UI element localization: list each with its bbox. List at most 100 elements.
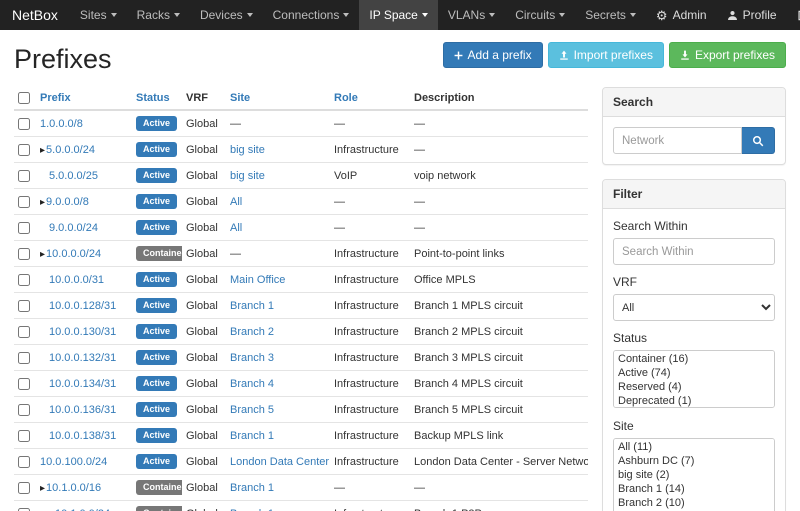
vrf-cell: Global xyxy=(182,241,226,267)
row-checkbox[interactable] xyxy=(18,508,30,511)
filter-option[interactable]: Branch 1 (14) xyxy=(615,482,773,496)
row-checkbox[interactable] xyxy=(18,274,30,286)
description-text: Branch 2 MPLS circuit xyxy=(414,326,523,338)
site-link[interactable]: Branch 3 xyxy=(230,352,274,364)
export-prefixes-button[interactable]: Export prefixes xyxy=(669,42,786,68)
search-submit-button[interactable] xyxy=(742,127,775,154)
sort-status-link[interactable]: Status xyxy=(136,92,170,104)
nav-admin-link[interactable]: ⚙ Admin xyxy=(646,0,717,30)
prefix-link[interactable]: 10.0.0.128/31 xyxy=(49,300,116,312)
table-row: ▸10.1.0.0/16 Container Global Branch 1 —… xyxy=(14,475,588,501)
site-link[interactable]: Branch 5 xyxy=(230,404,274,416)
filter-option[interactable]: Deprecated (1) xyxy=(615,394,773,408)
row-checkbox-cell xyxy=(14,215,36,241)
row-checkbox[interactable] xyxy=(18,482,30,494)
prefix-link[interactable]: 10.0.0.0/31 xyxy=(49,274,104,286)
nav-item-label: IP Space xyxy=(369,8,417,22)
table-row: ▸10.0.0.130/31 Active Global Branch 2 In… xyxy=(14,319,588,345)
row-checkbox[interactable] xyxy=(18,404,30,416)
site-link[interactable]: All xyxy=(230,222,242,234)
import-prefixes-button[interactable]: Import prefixes xyxy=(548,42,664,68)
prefix-link[interactable]: 5.0.0.0/24 xyxy=(46,144,95,156)
nav-item-ip-space[interactable]: IP Space xyxy=(359,0,437,30)
site-link[interactable]: London Data Center xyxy=(230,456,329,468)
row-checkbox[interactable] xyxy=(18,118,30,130)
nav-item-connections[interactable]: Connections xyxy=(263,0,360,30)
site-link[interactable]: Branch 1 xyxy=(230,430,274,442)
indent-spacer xyxy=(40,282,49,283)
nav-item-racks[interactable]: Racks xyxy=(127,0,190,30)
filter-option[interactable]: Container (16) xyxy=(615,352,773,366)
prefix-link[interactable]: 10.0.0.130/31 xyxy=(49,326,116,338)
select-all-cell xyxy=(14,87,36,110)
filter-option[interactable]: Active (74) xyxy=(615,366,773,380)
vrf-select[interactable]: All xyxy=(613,294,775,321)
filter-option[interactable]: Reserved (4) xyxy=(615,380,773,394)
netbox-brand-link[interactable]: NetBox xyxy=(0,0,70,30)
prefix-link[interactable]: 5.0.0.0/25 xyxy=(49,170,98,182)
nav-item-secrets[interactable]: Secrets xyxy=(575,0,646,30)
row-checkbox[interactable] xyxy=(18,378,30,390)
row-checkbox[interactable] xyxy=(18,222,30,234)
sort-site-link[interactable]: Site xyxy=(230,92,250,104)
prefix-link[interactable]: 10.0.0.138/31 xyxy=(49,430,116,442)
vrf-cell: Global xyxy=(182,371,226,397)
status-select[interactable]: Container (16)Active (74)Reserved (4)Dep… xyxy=(613,350,775,408)
site-link[interactable]: big site xyxy=(230,144,265,156)
expand-arrow-icon[interactable]: ▸ xyxy=(40,249,45,260)
filter-panel-title: Filter xyxy=(603,180,785,209)
row-checkbox[interactable] xyxy=(18,430,30,442)
nav-item-circuits[interactable]: Circuits xyxy=(505,0,575,30)
prefix-link[interactable]: 10.0.100.0/24 xyxy=(40,456,107,468)
expand-arrow-icon[interactable]: ▸ xyxy=(40,145,45,156)
site-link[interactable]: Branch 1 xyxy=(230,482,274,494)
row-checkbox[interactable] xyxy=(18,196,30,208)
description-text: Office MPLS xyxy=(414,274,476,286)
nav-profile-link[interactable]: Profile xyxy=(717,0,787,30)
sort-role-link[interactable]: Role xyxy=(334,92,358,104)
row-checkbox[interactable] xyxy=(18,248,30,260)
nav-item-vlans[interactable]: VLANs xyxy=(438,0,505,30)
prefix-link[interactable]: 10.1.0.0/24 xyxy=(55,508,110,511)
prefix-link[interactable]: 9.0.0.0/24 xyxy=(49,222,98,234)
prefix-link[interactable]: 10.0.0.134/31 xyxy=(49,378,116,390)
site-select[interactable]: All (11)Ashburn DC (7)big site (2)Branch… xyxy=(613,438,775,511)
expand-arrow-icon[interactable]: ▸ xyxy=(40,197,45,208)
site-link[interactable]: big site xyxy=(230,170,265,182)
site-link[interactable]: Branch 4 xyxy=(230,378,274,390)
prefix-link[interactable]: 10.0.0.136/31 xyxy=(49,404,116,416)
prefix-link[interactable]: 9.0.0.0/8 xyxy=(46,196,89,208)
site-link[interactable]: All xyxy=(230,196,242,208)
search-input[interactable] xyxy=(613,127,742,154)
search-within-input[interactable] xyxy=(613,238,775,265)
site-link[interactable]: Branch 1 xyxy=(230,508,274,511)
row-checkbox[interactable] xyxy=(18,352,30,364)
filter-option[interactable]: big site (2) xyxy=(615,468,773,482)
prefix-link[interactable]: 1.0.0.0/8 xyxy=(40,118,83,130)
row-checkbox[interactable] xyxy=(18,170,30,182)
select-all-checkbox[interactable] xyxy=(18,92,30,104)
filter-option[interactable]: Branch 2 (10) xyxy=(615,496,773,510)
prefix-link[interactable]: 10.0.0.132/31 xyxy=(49,352,116,364)
prefix-link[interactable]: 10.0.0.0/24 xyxy=(46,248,101,260)
nav-item-sites[interactable]: Sites xyxy=(70,0,127,30)
row-checkbox[interactable] xyxy=(18,456,30,468)
filter-option[interactable]: All (11) xyxy=(615,440,773,454)
add-prefix-button[interactable]: Add a prefix xyxy=(443,42,543,68)
row-checkbox[interactable] xyxy=(18,326,30,338)
site-link[interactable]: Branch 1 xyxy=(230,300,274,312)
sort-prefix-link[interactable]: Prefix xyxy=(40,92,71,104)
filter-option[interactable]: Ashburn DC (7) xyxy=(615,454,773,468)
status-badge: Active xyxy=(136,116,177,131)
row-checkbox[interactable] xyxy=(18,144,30,156)
nav-logout-link[interactable]: Log out xyxy=(787,0,800,30)
nav-item-devices[interactable]: Devices xyxy=(190,0,263,30)
site-link[interactable]: Branch 2 xyxy=(230,326,274,338)
role-cell: — xyxy=(330,189,410,215)
row-checkbox[interactable] xyxy=(18,300,30,312)
table-row: ▸10.0.0.0/24 Container Global — Infrastr… xyxy=(14,241,588,267)
site-link[interactable]: Main Office xyxy=(230,274,285,286)
status-badge: Active xyxy=(136,350,177,365)
expand-arrow-icon[interactable]: ▸ xyxy=(40,483,45,494)
prefix-link[interactable]: 10.1.0.0/16 xyxy=(46,482,101,494)
